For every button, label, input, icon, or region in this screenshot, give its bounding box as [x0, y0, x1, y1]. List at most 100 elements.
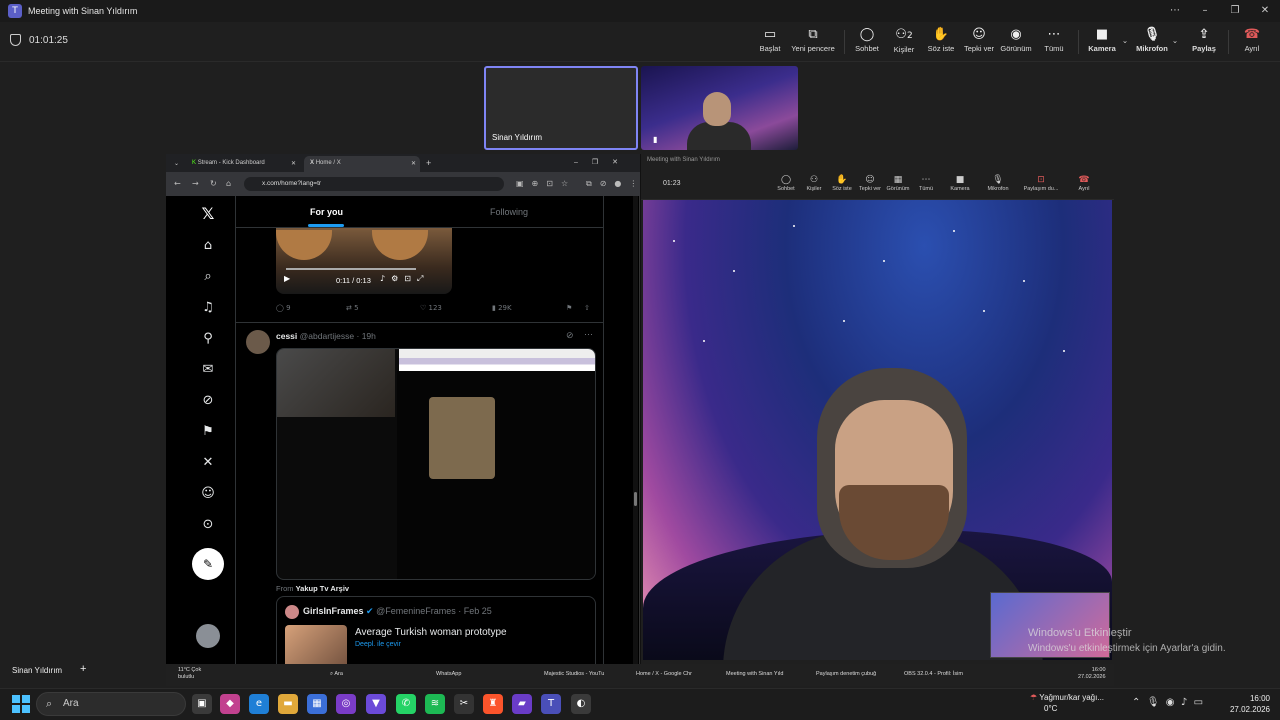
- leave-button[interactable]: ☎ Ayrıl: [1232, 26, 1272, 53]
- quoted-tweet[interactable]: GirlsInFrames ✔ @FemenineFrames · Feb 25…: [276, 596, 596, 664]
- premium-icon[interactable]: ✕: [198, 455, 218, 470]
- participant-tile-video[interactable]: ▮: [641, 66, 798, 150]
- inner-leave-button[interactable]: ☎ Ayrıl: [1069, 174, 1099, 192]
- share-icon[interactable]: ⇧: [584, 304, 590, 312]
- inner-camera-button[interactable]: ■ Kamera: [945, 174, 975, 192]
- minimize-button[interactable]: –: [1190, 0, 1220, 22]
- home-icon[interactable]: ⌂: [198, 238, 218, 253]
- avatar[interactable]: [196, 624, 220, 648]
- tab-following[interactable]: Following: [490, 207, 528, 217]
- reload-icon[interactable]: ↻: [210, 179, 217, 188]
- more-icon[interactable]: ⋯: [1160, 0, 1190, 22]
- brave-icon[interactable]: ♜: [483, 694, 503, 714]
- grok-icon[interactable]: ⊘: [566, 330, 574, 341]
- inner-app-whatsapp[interactable]: WhatsApp: [436, 671, 461, 677]
- app-icon[interactable]: ▰: [512, 694, 532, 714]
- inner-mic-button[interactable]: 🎙 Mikrofon: [983, 174, 1013, 192]
- mic-options-chevron-icon[interactable]: ⌄: [1168, 36, 1182, 45]
- inner-more-button[interactable]: ⋯ Tümü: [911, 174, 941, 192]
- taskbar-search[interactable]: ⌕ Ara: [36, 692, 186, 716]
- view-button[interactable]: ◉ Görünüm: [996, 26, 1036, 53]
- people-button[interactable]: ⚇2 Kişiler: [884, 26, 924, 54]
- repost-count[interactable]: ⇄ 5: [346, 304, 359, 312]
- copilot-icon[interactable]: ◆: [220, 694, 240, 714]
- video-player[interactable]: ▶ 0:11 / 0:13 ♪⚙⊡⤢: [276, 228, 452, 294]
- more-circle-icon[interactable]: ⊙: [198, 517, 218, 532]
- spotify-icon[interactable]: ≋: [425, 694, 445, 714]
- browser-menu-icons[interactable]: ⧉⊘●⋮: [586, 179, 645, 189]
- browser-window-controls[interactable]: –❐✕: [574, 158, 632, 166]
- more-button[interactable]: ⋯ Tümü: [1034, 26, 1074, 53]
- start-button[interactable]: [12, 695, 30, 713]
- bookmark-icon[interactable]: ⚑: [566, 304, 572, 312]
- more-icon[interactable]: ⋯: [584, 329, 593, 340]
- browser-extension-icons[interactable]: ▣⊕⊡☆: [516, 179, 576, 188]
- taskbar-clock[interactable]: 16:00 27.02.2026: [1228, 693, 1270, 715]
- post-button[interactable]: ✎: [192, 548, 224, 580]
- participant-tile-self[interactable]: Sinan Yıldırım: [484, 66, 638, 150]
- share-button[interactable]: ⇪ Paylaş: [1184, 26, 1224, 53]
- maximize-button[interactable]: ❐: [1220, 0, 1250, 22]
- forward-icon[interactable]: →: [192, 179, 199, 188]
- inner-app-chrome[interactable]: Home / X - Google Chr: [636, 671, 692, 677]
- home-icon[interactable]: ⌂: [226, 179, 231, 188]
- avatar[interactable]: [246, 330, 270, 354]
- like-count[interactable]: ♡ 123: [420, 304, 442, 312]
- notifications-icon[interactable]: ♫: [198, 300, 218, 315]
- capcut-icon[interactable]: ✂: [454, 694, 474, 714]
- x-logo-icon[interactable]: 𝕏: [198, 204, 218, 223]
- react-button[interactable]: ☺ Tepki ver: [959, 26, 999, 53]
- inner-app-youtube[interactable]: Majestic Studios - YouTu: [544, 671, 604, 677]
- translate-link[interactable]: Deepl. ile çevir: [355, 641, 401, 648]
- store-icon[interactable]: ▦: [307, 694, 327, 714]
- vpn-icon[interactable]: ▼: [366, 694, 386, 714]
- system-tray[interactable]: ⌃ 🎙 ◉ ♪ ▭: [1132, 697, 1203, 708]
- inner-chat-button[interactable]: ◯ Sohbet: [771, 174, 801, 192]
- tweet-image[interactable]: [276, 348, 596, 580]
- edge-icon[interactable]: e: [249, 694, 269, 714]
- camera-options-chevron-icon[interactable]: ⌄: [1118, 36, 1132, 45]
- video-progress[interactable]: [286, 268, 416, 270]
- inner-search[interactable]: ⌕ Ara: [330, 671, 343, 678]
- view-count[interactable]: ▮ 29K: [492, 304, 512, 312]
- inner-react-button[interactable]: ☺ Tepki ver: [855, 174, 885, 192]
- reply-count[interactable]: ◯ 9: [276, 304, 291, 312]
- tab-for-you[interactable]: For you: [310, 207, 343, 217]
- self-name-chip[interactable]: Sinan Yıldırım +: [0, 662, 100, 680]
- whatsapp-icon[interactable]: ✆: [396, 694, 416, 714]
- app-icon[interactable]: ◎: [336, 694, 356, 714]
- camera-button[interactable]: ■ Kamera: [1082, 26, 1122, 53]
- url-field[interactable]: x.com/home?lang=tr: [244, 177, 504, 191]
- raise-hand-button[interactable]: ✋ Söz iste: [921, 26, 961, 53]
- chat-button[interactable]: ◯ Sohbet: [847, 26, 887, 53]
- inner-app-obs[interactable]: OBS 32.0.4 - Profil: İsim: [904, 671, 963, 677]
- close-button[interactable]: ✕: [1250, 0, 1280, 22]
- obs-icon[interactable]: ◐: [571, 694, 591, 714]
- mic-button[interactable]: 🎙 Mikrofon: [1132, 26, 1172, 53]
- inner-raise-hand-button[interactable]: ✋ Söz iste: [827, 174, 857, 192]
- new-window-button[interactable]: ⧉ Yeni pencere: [790, 26, 836, 53]
- follow-icon[interactable]: ⚲: [198, 331, 218, 346]
- inner-app-teams[interactable]: Meeting with Sinan Yıld: [726, 671, 783, 677]
- taskbar-weather[interactable]: ☂ Yağmur/kar yağı... 0°C: [1030, 692, 1104, 714]
- search-icon[interactable]: ⌕: [198, 269, 218, 284]
- inner-people-button[interactable]: ⚇ Kişiler: [799, 174, 829, 192]
- file-explorer-icon[interactable]: ▬: [278, 694, 298, 714]
- add-icon[interactable]: +: [80, 663, 86, 675]
- grok-icon[interactable]: ⊘: [198, 393, 218, 408]
- scrollbar[interactable]: [633, 196, 638, 664]
- tab-kick-dashboard[interactable]: K Stream - Kick Dashboard ✕: [186, 156, 300, 172]
- tab-search-icon[interactable]: ⌄: [172, 156, 181, 172]
- tab-home-x[interactable]: X Home / X ✕: [304, 156, 420, 172]
- play-icon[interactable]: ▶: [284, 274, 290, 283]
- back-icon[interactable]: ←: [174, 179, 181, 188]
- start-button[interactable]: ▭ Başlat: [750, 26, 790, 53]
- inner-app-share-bar[interactable]: Paylaşım denetim çubuğ: [816, 671, 876, 677]
- bookmarks-icon[interactable]: ⚑: [198, 424, 218, 439]
- new-tab-button[interactable]: +: [422, 156, 435, 172]
- task-view-icon[interactable]: ▣: [192, 694, 212, 714]
- inner-share-button[interactable]: ⊡ Paylaşım du...: [1021, 174, 1061, 192]
- profile-icon[interactable]: ☺: [198, 486, 218, 501]
- teams-icon[interactable]: T: [541, 694, 561, 714]
- messages-icon[interactable]: ✉: [198, 362, 218, 377]
